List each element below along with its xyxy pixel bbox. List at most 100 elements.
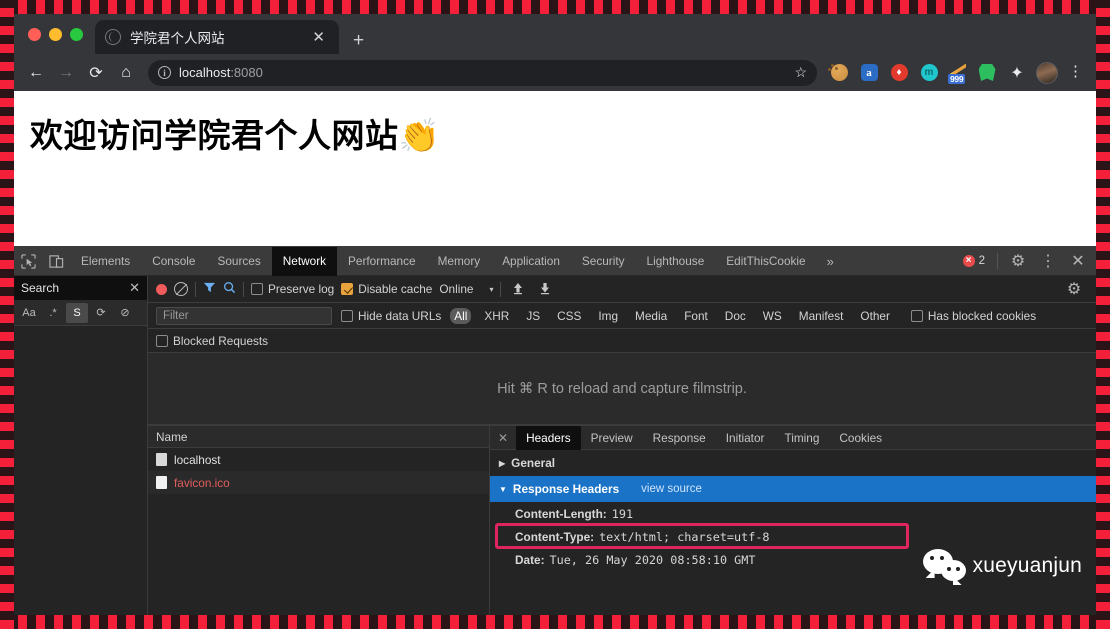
minimize-window-button[interactable] — [49, 27, 62, 41]
throttling-select[interactable]: Online ▾ — [439, 282, 493, 296]
checkbox — [341, 283, 354, 295]
cookie-manager-icon[interactable] — [828, 62, 850, 84]
flame-extension-icon[interactable]: ♦ — [888, 62, 910, 84]
tab-performance[interactable]: Performance — [337, 247, 427, 276]
header-key: Content-Type: — [515, 529, 595, 544]
filter-type-js[interactable]: JS — [522, 308, 544, 324]
tab-initiator[interactable]: Initiator — [716, 426, 775, 450]
blocked-requests-checkbox[interactable]: Blocked Requests — [156, 334, 268, 348]
filter-type-all[interactable]: All — [450, 307, 472, 324]
preserve-log-checkbox[interactable]: Preserve log — [251, 282, 334, 296]
browser-menu-icon[interactable]: ⋮ — [1063, 64, 1088, 79]
close-devtools-icon[interactable]: ✕ — [1064, 247, 1092, 275]
clear-icon[interactable]: ⊘ — [114, 303, 136, 323]
tab-timing[interactable]: Timing — [774, 426, 829, 450]
tab-title: 学院君个人网站 — [130, 31, 225, 46]
checkbox — [910, 309, 923, 322]
gear-icon[interactable]: ⚙ — [1004, 247, 1032, 275]
hide-data-urls-checkbox[interactable]: Hide data URLs — [341, 309, 441, 323]
tab-console[interactable]: Console — [141, 247, 206, 276]
table-row[interactable]: favicon.ico — [148, 471, 489, 494]
devtools-menu-icon[interactable]: ⋮ — [1034, 247, 1062, 275]
strict-icon[interactable]: S — [66, 302, 88, 323]
clap-emoji: 👏 — [398, 116, 441, 155]
browser-tab-strip: 学院君个人网站 ✕ + — [14, 14, 1096, 54]
tab-network[interactable]: Network — [271, 246, 338, 276]
extensions-puzzle-icon[interactable]: ✦ — [1006, 62, 1028, 84]
filter-type-xhr[interactable]: XHR — [480, 308, 513, 324]
close-icon[interactable]: ✕ — [308, 28, 329, 47]
site-info-icon[interactable]: i — [158, 66, 171, 79]
chevron-down-icon: ▾ — [489, 284, 494, 294]
home-icon[interactable]: ⌂ — [112, 59, 140, 87]
record-icon[interactable] — [156, 283, 167, 295]
filter-type-media[interactable]: Media — [631, 308, 671, 324]
forward-icon[interactable]: → — [52, 59, 80, 87]
browser-toolbar: ← → ⟳ ⌂ i localhost:8080 ☆ a ♦ m 999 ✦ ⋮ — [14, 54, 1096, 91]
filter-type-ws[interactable]: WS — [759, 308, 786, 324]
more-tabs-icon[interactable]: » — [817, 254, 844, 269]
has-blocked-cookies-checkbox[interactable]: Has blocked cookies — [910, 309, 1036, 323]
response-headers-section-header[interactable]: ▼ Response Headers view source — [490, 476, 1096, 502]
tab-sources[interactable]: Sources — [206, 247, 271, 276]
filter-type-doc[interactable]: Doc — [721, 308, 750, 324]
table-row[interactable]: localhost — [148, 448, 489, 471]
tab-memory[interactable]: Memory — [427, 247, 492, 276]
maximize-window-button[interactable] — [70, 27, 83, 41]
evernote-icon[interactable] — [976, 62, 998, 84]
search-panel-header: Search ✕ — [14, 276, 147, 300]
view-source-link[interactable]: view source — [641, 483, 702, 495]
rss-badge-count: 999 — [948, 73, 966, 84]
funnel-icon[interactable] — [203, 281, 216, 297]
network-settings-gear-icon[interactable]: ⚙ — [1060, 275, 1088, 303]
tab-response[interactable]: Response — [643, 426, 716, 450]
filter-type-manifest[interactable]: Manifest — [795, 308, 848, 324]
tab-preview[interactable]: Preview — [581, 426, 643, 450]
match-case-icon[interactable]: Aa — [18, 303, 40, 323]
cursor-inspect-icon[interactable] — [14, 247, 42, 275]
close-window-button[interactable] — [28, 27, 41, 41]
general-section-header[interactable]: ▶ General — [490, 450, 1096, 476]
tab-cookies[interactable]: Cookies — [829, 426, 892, 450]
address-bar[interactable]: i localhost:8080 ☆ — [148, 59, 817, 86]
search-icon[interactable] — [223, 281, 236, 297]
rss-reader-icon[interactable]: 999 — [948, 63, 968, 84]
filter-input[interactable]: Filter — [156, 306, 332, 325]
tab-editthiscookie[interactable]: EditThisCookie — [715, 247, 816, 276]
new-tab-button[interactable]: + — [339, 27, 378, 54]
regex-icon[interactable]: .* — [42, 303, 64, 323]
browser-tab[interactable]: 学院君个人网站 ✕ — [95, 20, 339, 54]
search-panel-toolbar: Aa .* S ⟳ ⊘ — [14, 300, 147, 326]
document-icon — [156, 453, 167, 466]
tab-elements[interactable]: Elements — [70, 247, 141, 276]
error-badge[interactable]: × 2 — [957, 255, 991, 267]
tab-headers[interactable]: Headers — [516, 425, 581, 450]
amazon-assistant-icon[interactable]: a — [858, 62, 880, 84]
disable-cache-checkbox[interactable]: Disable cache — [341, 282, 432, 296]
tab-security[interactable]: Security — [571, 247, 636, 276]
teal-extension-icon[interactable]: m — [918, 62, 940, 84]
reload-icon[interactable]: ⟳ — [82, 59, 110, 87]
filter-type-img[interactable]: Img — [594, 308, 622, 324]
filter-type-css[interactable]: CSS — [553, 308, 585, 324]
chevron-right-icon: ▶ — [499, 458, 506, 468]
close-icon[interactable]: ✕ — [129, 280, 140, 296]
divider — [243, 281, 244, 297]
tab-application[interactable]: Application — [491, 247, 571, 276]
network-toolbar: Preserve log Disable cache Online ▾ ⚙ — [148, 276, 1096, 303]
export-har-icon[interactable] — [535, 281, 555, 298]
bookmark-star-icon[interactable]: ☆ — [794, 64, 807, 81]
clear-icon[interactable] — [174, 282, 188, 296]
browser-window: 学院君个人网站 ✕ + ← → ⟳ ⌂ i localhost:8080 ☆ a… — [14, 14, 1096, 615]
url-port: :8080 — [230, 65, 263, 80]
import-har-icon[interactable] — [508, 281, 528, 298]
avatar[interactable] — [1036, 61, 1058, 84]
close-icon[interactable]: ✕ — [490, 431, 516, 445]
refresh-icon[interactable]: ⟳ — [90, 303, 112, 323]
tab-lighthouse[interactable]: Lighthouse — [636, 247, 716, 276]
error-icon: × — [962, 255, 975, 267]
back-icon[interactable]: ← — [22, 59, 50, 87]
device-toolbar-icon[interactable] — [42, 247, 70, 275]
filter-type-font[interactable]: Font — [680, 308, 712, 324]
filter-type-other[interactable]: Other — [856, 308, 894, 324]
